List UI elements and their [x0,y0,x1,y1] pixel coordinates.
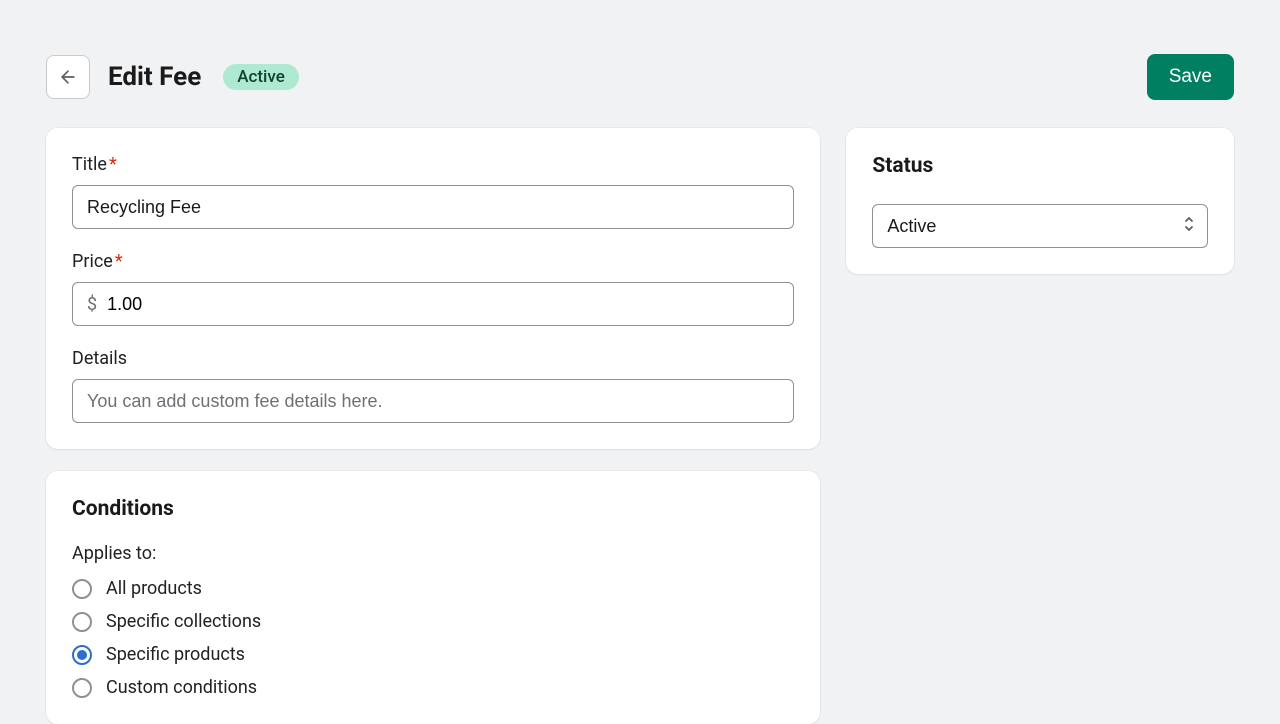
side-column: Status Active [846,128,1234,274]
title-label-text: Title [72,154,107,175]
conditions-heading: Conditions [72,497,794,521]
radio-specific-products[interactable]: Specific products [72,644,794,665]
back-button[interactable] [46,55,90,99]
save-button[interactable]: Save [1147,54,1234,100]
status-select-wrap: Active [872,204,1208,248]
required-indicator: * [115,251,123,272]
radio-label: Specific products [106,644,245,665]
title-input[interactable] [72,185,794,229]
fee-details-card: Title* Price* $ Details [46,128,820,449]
required-indicator: * [109,154,117,175]
content-row: Title* Price* $ Details [46,128,1234,724]
radio-specific-collections[interactable]: Specific collections [72,611,794,632]
price-label-text: Price [72,251,113,272]
main-column: Title* Price* $ Details [46,128,820,724]
radio-custom-conditions[interactable]: Custom conditions [72,677,794,698]
radio-icon [72,612,92,632]
page-header: Edit Fee Active Save [46,54,1234,100]
status-badge: Active [223,64,299,90]
radio-icon [72,678,92,698]
page-title: Edit Fee [108,62,201,92]
header-left: Edit Fee Active [46,55,299,99]
price-input[interactable] [107,283,793,325]
status-card: Status Active [846,128,1234,274]
currency-prefix: $ [73,294,107,315]
radio-label: Custom conditions [106,677,257,698]
radio-icon [72,579,92,599]
radio-label: Specific collections [106,611,261,632]
details-input[interactable] [72,379,794,423]
title-field: Title* [72,154,794,229]
applies-to-label: Applies to: [72,543,794,564]
details-label: Details [72,348,794,369]
price-field: Price* $ [72,251,794,326]
details-field: Details [72,348,794,423]
arrow-left-icon [58,67,78,87]
status-heading: Status [872,154,1208,178]
radio-label: All products [106,578,202,599]
title-label: Title* [72,154,794,175]
radio-all-products[interactable]: All products [72,578,794,599]
applies-to-radio-group: All products Specific collections Specif… [72,578,794,698]
conditions-card: Conditions Applies to: All products Spec… [46,471,820,724]
status-select[interactable]: Active [872,204,1208,248]
price-label: Price* [72,251,794,272]
radio-icon [72,645,92,665]
price-input-group: $ [72,282,794,326]
